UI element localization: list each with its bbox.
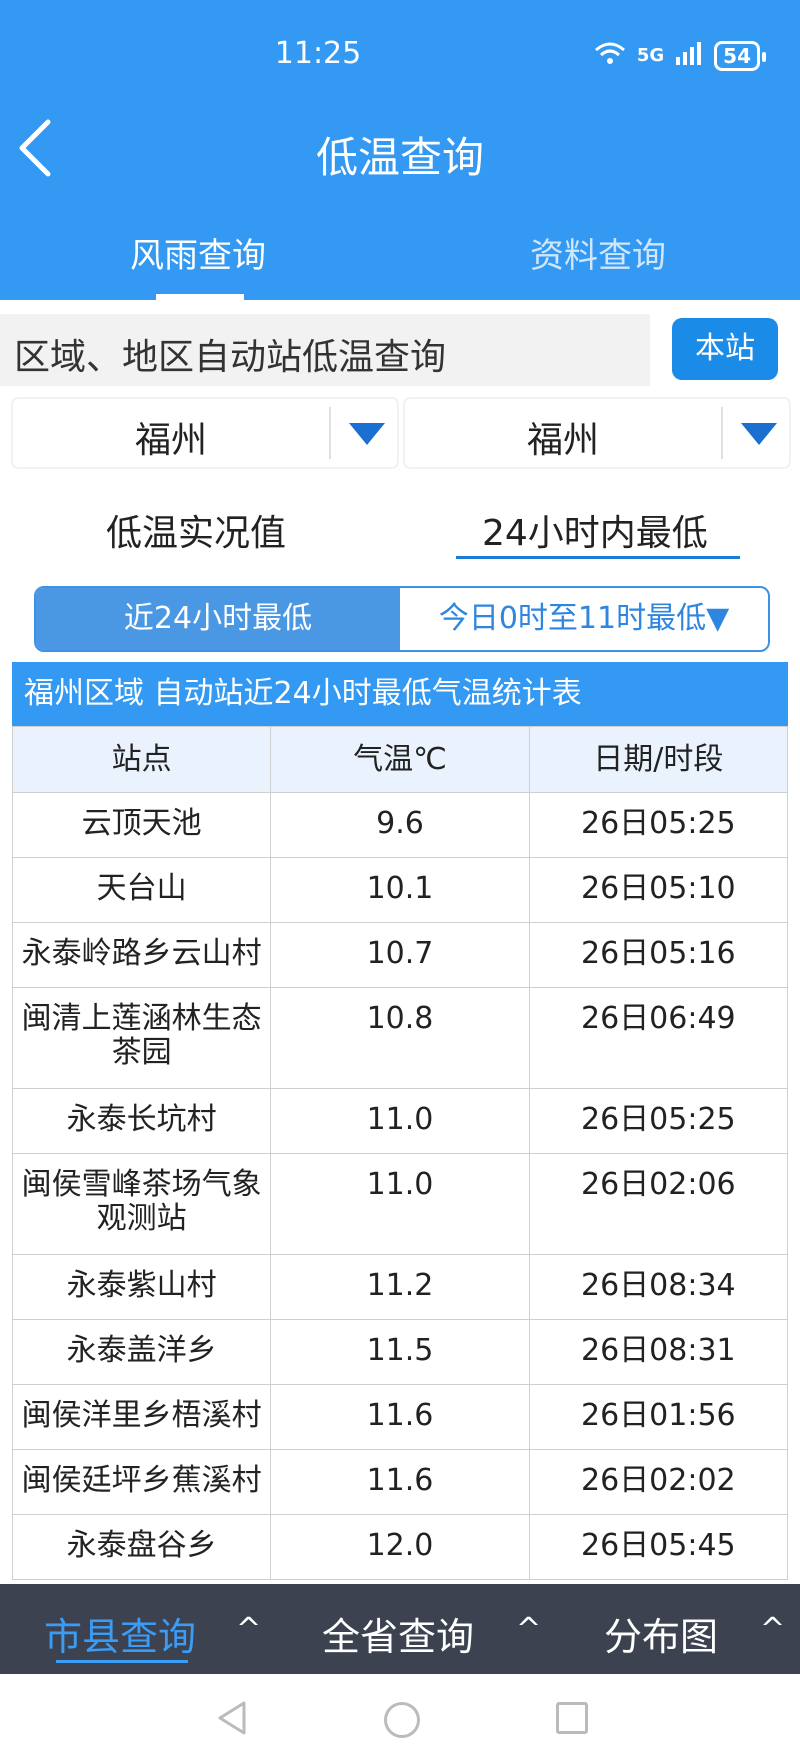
- mode-current-value[interactable]: 低温实况值: [106, 504, 286, 556]
- mode-switch: 低温实况值 24小时内最低: [0, 498, 800, 562]
- column-header-station: 站点: [11, 726, 272, 793]
- table-row[interactable]: 永泰盖洋乡 11.5 26日08:31: [11, 1319, 789, 1385]
- status-icons: 5G 54: [593, 40, 766, 71]
- select-divider: [329, 407, 331, 459]
- time-cell: 26日02:02: [528, 1449, 789, 1515]
- station-cell: 永泰岭路乡云山村: [11, 922, 272, 988]
- time-cell: 26日05:16: [528, 922, 789, 988]
- table-row[interactable]: 云顶天池 9.6 26日05:25: [11, 792, 789, 858]
- temp-cell: 11.2: [270, 1254, 530, 1320]
- time-cell: 26日08:34: [528, 1254, 789, 1320]
- signal-label: 5G: [636, 45, 665, 66]
- segment-last-24h[interactable]: 近24小时最低: [36, 588, 400, 650]
- temp-cell: 9.6: [270, 792, 530, 858]
- station-cell: 永泰盘谷乡: [11, 1514, 272, 1580]
- select-divider: [721, 407, 723, 459]
- stats-table: 站点 气温℃ 日期/时段 云顶天池 9.6 26日05:25 天台山 10.1 …: [11, 726, 789, 1580]
- table-row[interactable]: 永泰盘谷乡 12.0 26日05:45: [11, 1514, 789, 1580]
- active-tab-indicator: [156, 294, 244, 300]
- temp-cell: 11.6: [270, 1384, 530, 1450]
- top-tabs: 风雨查询 资料查询: [0, 228, 800, 300]
- table-row[interactable]: 永泰紫山村 11.2 26日08:34: [11, 1254, 789, 1320]
- temp-cell: 11.6: [270, 1449, 530, 1515]
- tab-wind-rain[interactable]: 风雨查询: [130, 228, 266, 277]
- system-navigation-bar: [0, 1674, 800, 1760]
- caret-up-icon[interactable]: ^: [516, 1612, 541, 1647]
- caret-up-icon[interactable]: ^: [760, 1612, 785, 1647]
- temp-cell: 10.8: [270, 987, 530, 1089]
- battery-indicator: 54: [714, 40, 766, 71]
- dropdown-arrow-icon: [349, 423, 385, 445]
- time-cell: 26日05:10: [528, 857, 789, 923]
- tab-data-query[interactable]: 资料查询: [530, 228, 666, 277]
- bottom-navigation: 市县查询 ^ 全省查询 ^ 分布图 ^: [0, 1584, 800, 1674]
- temp-cell: 10.1: [270, 857, 530, 923]
- table-row[interactable]: 闽清上莲涵林生态茶园 10.8 26日06:49: [11, 987, 789, 1089]
- column-header-time: 日期/时段: [528, 726, 789, 793]
- wifi-icon: [593, 40, 627, 71]
- station-cell: 天台山: [11, 857, 272, 923]
- dropdown-arrow-icon: [741, 423, 777, 445]
- signal-icon: [674, 41, 704, 70]
- period-segment: 近24小时最低 今日0时至11时最低▼: [34, 586, 770, 652]
- region-select-value: 福州: [134, 420, 207, 461]
- station-cell: 云顶天池: [11, 792, 272, 858]
- station-cell: 闽侯洋里乡梧溪村: [11, 1384, 272, 1450]
- local-station-button[interactable]: 本站: [672, 318, 778, 380]
- area-select-value: 福州: [526, 420, 599, 461]
- app-header: 11:25 5G 54 低温查询 风雨查询 资料查询: [0, 0, 800, 300]
- time-cell: 26日08:31: [528, 1319, 789, 1385]
- nav-province-query[interactable]: 全省查询: [322, 1606, 474, 1661]
- nav-distribution-map[interactable]: 分布图: [604, 1606, 718, 1661]
- station-cell: 永泰长坑村: [11, 1088, 272, 1154]
- station-cell: 闽侯雪峰茶场气象观测站: [11, 1153, 272, 1255]
- nav-city-query[interactable]: 市县查询: [44, 1606, 196, 1661]
- table-row[interactable]: 闽侯洋里乡梧溪村 11.6 26日01:56: [11, 1384, 789, 1450]
- status-time: 11:25: [274, 36, 362, 71]
- temp-cell: 11.0: [270, 1088, 530, 1154]
- station-cell: 永泰盖洋乡: [11, 1319, 272, 1385]
- segment-today-dropdown[interactable]: 今日0时至11时最低▼: [400, 588, 768, 650]
- active-nav-indicator: [56, 1660, 188, 1663]
- system-home-icon[interactable]: [384, 1702, 420, 1738]
- mode-24h-min[interactable]: 24小时内最低: [482, 504, 708, 556]
- time-cell: 26日05:45: [528, 1514, 789, 1580]
- search-bar: 区域、地区自动站低温查询: [0, 314, 650, 386]
- temp-cell: 11.5: [270, 1319, 530, 1385]
- station-cell: 闽侯廷坪乡蕉溪村: [11, 1449, 272, 1515]
- caret-up-icon[interactable]: ^: [236, 1612, 261, 1647]
- table-row[interactable]: 闽侯廷坪乡蕉溪村 11.6 26日02:02: [11, 1449, 789, 1515]
- table-row[interactable]: 永泰岭路乡云山村 10.7 26日05:16: [11, 922, 789, 988]
- time-cell: 26日01:56: [528, 1384, 789, 1450]
- temp-cell: 12.0: [270, 1514, 530, 1580]
- temp-cell: 10.7: [270, 922, 530, 988]
- time-cell: 26日05:25: [528, 792, 789, 858]
- table-row[interactable]: 永泰长坑村 11.0 26日05:25: [11, 1088, 789, 1154]
- page-title: 低温查询: [315, 133, 484, 182]
- table-header-row: 站点 气温℃ 日期/时段: [11, 726, 789, 793]
- table-title: 福州区域 自动站近24小时最低气温统计表: [12, 662, 788, 726]
- table-row[interactable]: 闽侯雪峰茶场气象观测站 11.0 26日02:06: [11, 1153, 789, 1255]
- station-cell: 闽清上莲涵林生态茶园: [11, 987, 272, 1089]
- time-cell: 26日05:25: [528, 1088, 789, 1154]
- time-cell: 26日02:06: [528, 1153, 789, 1255]
- station-cell: 永泰紫山村: [11, 1254, 272, 1320]
- area-select[interactable]: 福州: [404, 398, 790, 468]
- time-cell: 26日06:49: [528, 987, 789, 1089]
- system-recents-icon[interactable]: [556, 1702, 588, 1734]
- system-back-icon[interactable]: [216, 1700, 248, 1740]
- table-row[interactable]: 天台山 10.1 26日05:10: [11, 857, 789, 923]
- active-mode-indicator: [456, 556, 740, 559]
- region-select[interactable]: 福州: [12, 398, 398, 468]
- column-header-temp: 气温℃: [270, 726, 530, 793]
- temp-cell: 11.0: [270, 1153, 530, 1255]
- search-label: 区域、地区自动站低温查询: [14, 337, 447, 378]
